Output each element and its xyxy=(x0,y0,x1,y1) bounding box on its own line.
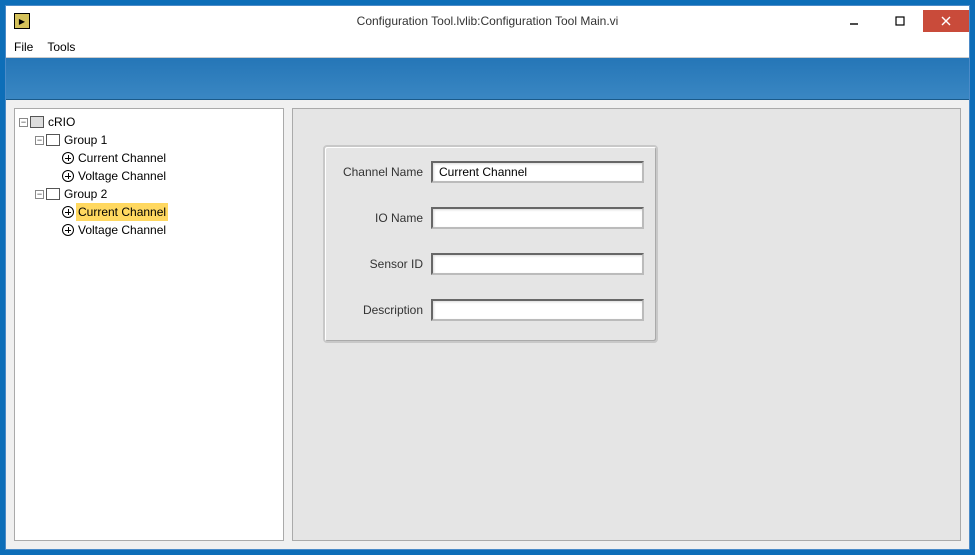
menubar: File Tools xyxy=(6,36,969,58)
menu-file[interactable]: File xyxy=(14,40,33,54)
description-label: Description xyxy=(337,303,431,317)
channel-name-label: Channel Name xyxy=(337,165,431,179)
app-icon: ▶ xyxy=(14,13,30,29)
tree-label-g1-current: Current Channel xyxy=(76,149,168,167)
content-area: − cRIO − Group 1 xyxy=(6,100,969,549)
sensor-id-input[interactable] xyxy=(431,253,644,275)
tree-node-group1[interactable]: − Group 1 xyxy=(35,131,279,149)
crio-icon xyxy=(30,116,44,128)
tree-node-group2[interactable]: − Group 2 xyxy=(35,185,279,203)
sensor-id-label: Sensor ID xyxy=(337,257,431,271)
tree-node-g2-current[interactable]: Current Channel xyxy=(51,203,279,221)
channel-form: Channel Name IO Name Sensor ID Descripti… xyxy=(323,145,658,343)
tree-label-group1: Group 1 xyxy=(62,131,109,149)
minimize-button[interactable] xyxy=(831,10,877,32)
io-name-input[interactable] xyxy=(431,207,644,229)
maximize-button[interactable] xyxy=(877,10,923,32)
window-controls xyxy=(831,10,969,32)
group-icon xyxy=(46,134,60,146)
menu-tools[interactable]: Tools xyxy=(47,40,75,54)
tree-label-crio: cRIO xyxy=(46,113,77,131)
channel-icon xyxy=(62,206,74,218)
channel-name-input[interactable] xyxy=(431,161,644,183)
tree-panel: − cRIO − Group 1 xyxy=(14,108,284,541)
app-window: ▶ Configuration Tool.lvlib:Configuration… xyxy=(5,5,970,550)
channel-icon xyxy=(62,152,74,164)
collapse-icon[interactable]: − xyxy=(19,118,28,127)
description-input[interactable] xyxy=(431,299,644,321)
io-name-label: IO Name xyxy=(337,211,431,225)
collapse-icon[interactable]: − xyxy=(35,190,44,199)
group-icon xyxy=(46,188,60,200)
channel-icon xyxy=(62,170,74,182)
header-banner xyxy=(6,58,969,100)
tree-label-g2-current: Current Channel xyxy=(76,203,168,221)
form-panel: Channel Name IO Name Sensor ID Descripti… xyxy=(292,108,961,541)
channel-icon xyxy=(62,224,74,236)
titlebar: ▶ Configuration Tool.lvlib:Configuration… xyxy=(6,6,969,36)
window-title: Configuration Tool.lvlib:Configuration T… xyxy=(357,14,619,28)
tree-node-g2-voltage[interactable]: Voltage Channel xyxy=(51,221,279,239)
tree-label-g1-voltage: Voltage Channel xyxy=(76,167,168,185)
tree-node-g1-current[interactable]: Current Channel xyxy=(51,149,279,167)
tree-label-group2: Group 2 xyxy=(62,185,109,203)
collapse-icon[interactable]: − xyxy=(35,136,44,145)
tree-node-g1-voltage[interactable]: Voltage Channel xyxy=(51,167,279,185)
tree-node-crio[interactable]: − cRIO xyxy=(19,113,279,131)
tree-label-g2-voltage: Voltage Channel xyxy=(76,221,168,239)
close-button[interactable] xyxy=(923,10,969,32)
